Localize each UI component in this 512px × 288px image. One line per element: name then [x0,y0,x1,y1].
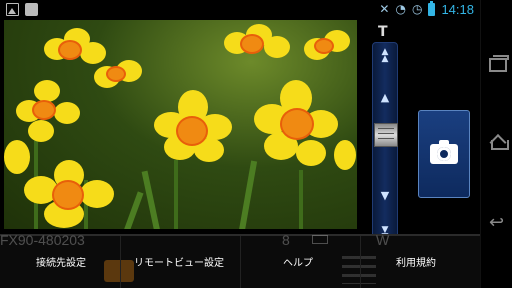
bottom-action-bar: FX90-480203 8 W 接続先設定 リモートビュー設定 ヘルプ 利用規約 [0,232,480,288]
zoom-control: T ▲▲ ▲ ▼ ▼▼ [358,20,414,248]
image-icon [6,3,19,16]
divider [120,236,121,288]
menu-lines-icon [342,256,376,284]
zoom-slider-track[interactable]: ▲▲ ▲ ▼ ▼▼ [372,42,398,248]
status-right-icons: ✕ ◔ ◷ 14:18 [379,0,474,17]
system-nav-bar: ↩ [480,0,512,288]
zoom-slider-thumb[interactable] [374,123,398,147]
home-icon[interactable] [489,136,509,150]
status-clock: 14:18 [441,1,474,17]
remote-view-settings-button[interactable]: リモートビュー設定 [128,254,230,274]
back-icon[interactable]: ↩ [489,214,507,232]
zoom-mode-indicator: W [376,232,390,248]
connection-settings-button[interactable]: 接続先設定 [20,254,102,274]
terms-button[interactable]: 利用規約 [380,254,452,274]
camera-model-text: FX90-480203 [0,232,85,248]
recent-apps-icon[interactable] [489,55,509,72]
zoom-out-icon[interactable]: ▼ [376,189,394,203]
camera-icon [430,140,458,164]
camera-battery-icon [312,235,328,244]
battery-icon [428,0,436,16]
wifi-icon: ◔ [395,2,406,16]
shutter-button[interactable] [418,110,470,198]
alarm-icon: ◷ [411,2,423,16]
zoom-tele-label: T [378,24,388,40]
live-view-image: FX90-480203 [4,20,357,229]
help-button[interactable]: ヘルプ [262,254,334,274]
mute-icon: ✕ [379,2,390,16]
divider [360,236,361,288]
status-bar: ✕ ◔ ◷ 14:18 [0,0,480,20]
divider [240,236,241,288]
shopping-bag-icon [25,3,38,16]
status-left-icons [6,3,38,16]
zoom-in-fast-icon[interactable]: ▲ ▲ [376,48,394,64]
remaining-count: 8 [282,232,290,248]
zoom-in-icon[interactable]: ▲ [376,91,394,105]
